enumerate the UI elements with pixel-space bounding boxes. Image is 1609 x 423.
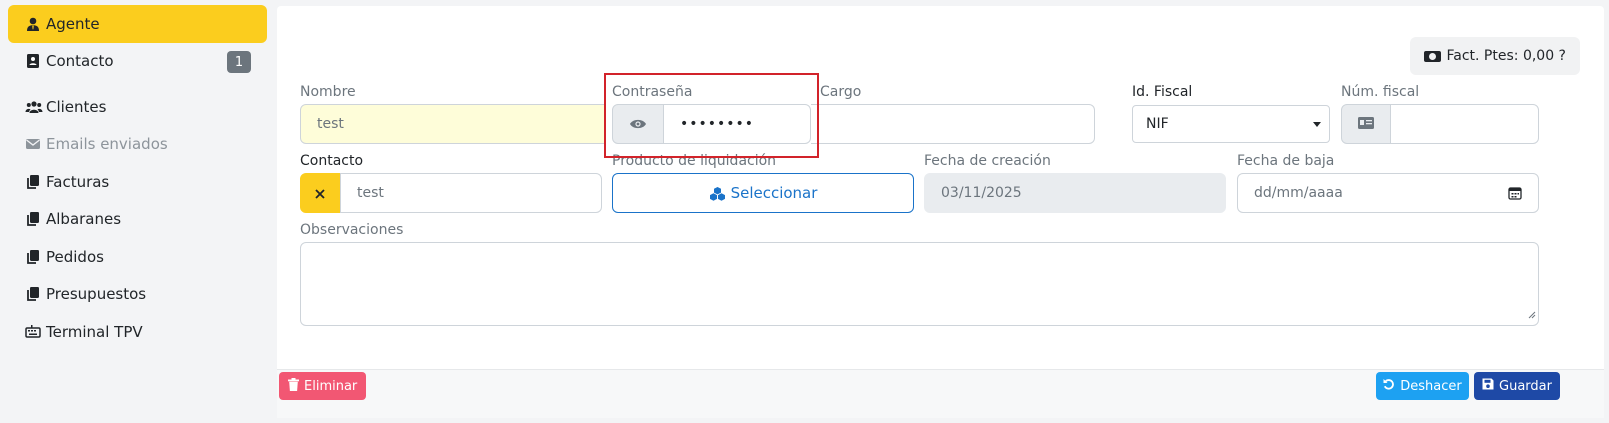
- pending-invoices-button[interactable]: Fact. Ptes: 0,00 ?: [1409, 37, 1580, 75]
- fecha-baja-label: Fecha de baja: [1237, 153, 1335, 169]
- keyboard-icon: [25, 324, 41, 340]
- sidebar-item-albaranes[interactable]: Albaranes: [8, 201, 267, 237]
- fecha-creacion-value: 03/11/2025: [941, 185, 1022, 201]
- nombre-value: test: [317, 116, 344, 132]
- sidebar-item-label: Pedidos: [46, 248, 104, 266]
- cargo-label: Cargo: [820, 84, 862, 100]
- sidebar-item-label: Facturas: [46, 173, 110, 191]
- save-icon: [1482, 378, 1494, 394]
- id-fiscal-value: NIF: [1146, 116, 1169, 132]
- undo-icon: [1383, 378, 1395, 394]
- id-card-icon: [1357, 115, 1375, 134]
- observaciones-label: Observaciones: [300, 222, 404, 238]
- sidebar: Agente Contacto 1 Clientes Emails enviad…: [0, 0, 272, 423]
- agent-form-card: Fact. Ptes: 0,00 ? Nombre Contraseña Car…: [277, 6, 1604, 418]
- sidebar-item-facturas[interactable]: Facturas: [8, 164, 267, 200]
- seleccionar-producto-button[interactable]: Seleccionar: [612, 173, 914, 213]
- eye-icon: [629, 115, 647, 134]
- deshacer-label: Deshacer: [1400, 378, 1462, 394]
- sidebar-item-pedidos[interactable]: Pedidos: [8, 239, 267, 275]
- fecha-creacion-label: Fecha de creación: [924, 153, 1051, 169]
- users-icon: [25, 99, 43, 115]
- sidebar-item-clientes[interactable]: Clientes: [8, 89, 267, 125]
- clear-contacto-button[interactable]: [300, 173, 340, 213]
- sidebar-item-label: Albaranes: [46, 210, 122, 228]
- nombre-label: Nombre: [300, 84, 356, 100]
- contacto-input[interactable]: test: [340, 173, 602, 213]
- pending-invoices-label: Fact. Ptes: 0,00 ?: [1446, 48, 1567, 64]
- sidebar-item-label: Emails enviados: [46, 135, 168, 153]
- sidebar-item-label: Presupuestos: [46, 285, 147, 303]
- copy-icon: [25, 211, 41, 227]
- contacto-label: Contacto: [300, 153, 364, 169]
- sidebar-item-terminal-tpv[interactable]: Terminal TPV: [8, 314, 267, 350]
- sidebar-item-emails-enviados[interactable]: Emails enviados: [8, 126, 267, 162]
- num-fiscal-input[interactable]: [1390, 104, 1539, 144]
- eliminar-label: Eliminar: [304, 378, 358, 394]
- observaciones-textarea[interactable]: [300, 242, 1539, 326]
- copy-icon: [25, 286, 41, 302]
- sidebar-item-label: Clientes: [46, 98, 107, 116]
- contrasena-input[interactable]: ••••••••: [663, 104, 811, 144]
- contrasena-value: ••••••••: [680, 116, 755, 132]
- eliminar-button[interactable]: Eliminar: [279, 372, 367, 400]
- seleccionar-label: Seleccionar: [730, 184, 818, 202]
- cubes-icon: [709, 186, 726, 201]
- trash-icon: [288, 377, 299, 395]
- copy-icon: [25, 249, 41, 265]
- fecha-baja-input[interactable]: dd/mm/aaaa: [1237, 173, 1539, 213]
- id-fiscal-label: Id. Fiscal: [1132, 84, 1193, 100]
- sidebar-item-contacto[interactable]: Contacto 1: [8, 43, 267, 79]
- sidebar-item-presupuestos[interactable]: Presupuestos: [8, 276, 267, 312]
- resize-handle-icon[interactable]: [1528, 307, 1536, 323]
- deshacer-button[interactable]: Deshacer: [1376, 372, 1469, 400]
- id-fiscal-select[interactable]: NIF: [1132, 105, 1330, 143]
- guardar-label: Guardar: [1499, 378, 1552, 394]
- contrasena-label: Contraseña: [612, 84, 693, 100]
- toggle-password-visibility-button[interactable]: [612, 104, 664, 144]
- nombre-input[interactable]: test: [300, 104, 605, 144]
- calendar-icon[interactable]: [1508, 186, 1522, 204]
- guardar-button[interactable]: Guardar: [1474, 372, 1560, 400]
- sidebar-item-agente[interactable]: Agente: [8, 5, 267, 43]
- copy-icon: [25, 174, 41, 190]
- envelope-icon: [25, 136, 41, 152]
- close-icon: [315, 184, 325, 203]
- cargo-input[interactable]: [811, 104, 1095, 144]
- fecha-baja-placeholder: dd/mm/aaaa: [1254, 185, 1343, 201]
- sidebar-item-label: Terminal TPV: [46, 323, 143, 341]
- sidebar-item-label: Agente: [46, 15, 100, 33]
- user-tie-icon: [25, 16, 41, 32]
- address-card-icon: [25, 53, 41, 69]
- contacto-count-badge: 1: [227, 51, 251, 73]
- caret-down-icon: [1313, 122, 1321, 127]
- money-bill-icon: [1423, 50, 1441, 62]
- producto-label: Producto de liquidación: [612, 153, 777, 169]
- fecha-creacion-input: 03/11/2025: [924, 173, 1226, 213]
- contacto-value: test: [357, 185, 384, 201]
- id-card-addon: [1341, 104, 1391, 144]
- num-fiscal-label: Núm. fiscal: [1341, 84, 1420, 100]
- sidebar-item-label: Contacto: [46, 52, 114, 70]
